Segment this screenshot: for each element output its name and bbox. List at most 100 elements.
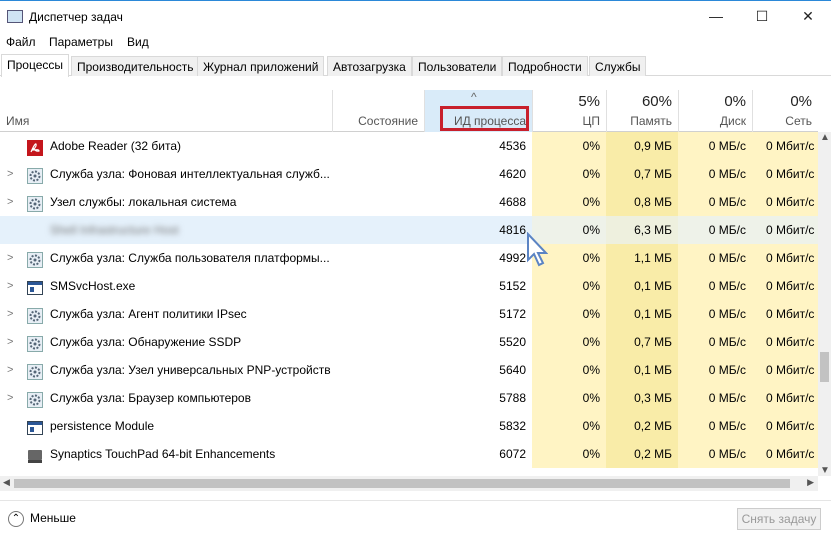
process-memory: 0,1 МБ (606, 272, 678, 300)
expand-chevron-icon[interactable]: > (7, 328, 13, 356)
process-row[interactable]: > SMSvcHost.exe 5152 0% 0,1 МБ 0 МБ/с 0 Мбит/с (0, 272, 818, 300)
minimize-button[interactable]: — (693, 5, 739, 29)
expand-chevron-icon[interactable]: > (7, 160, 13, 188)
close-button[interactable]: ✕ (785, 5, 831, 29)
process-name: Служба узла: Обнаружение SSDP (50, 335, 242, 349)
process-pid: 5832 (499, 419, 526, 433)
process-memory: 6,3 МБ (606, 216, 678, 244)
process-disk: 0 МБ/с (678, 216, 752, 244)
process-pid: 4620 (499, 167, 526, 181)
scroll-down-icon[interactable]: ▼ (820, 465, 830, 476)
menu-file[interactable]: Файл (6, 35, 36, 49)
process-pid: 4816 (499, 223, 526, 237)
expand-chevron-icon[interactable]: > (7, 300, 13, 328)
end-task-button[interactable]: Снять задачу (737, 508, 821, 530)
blank-icon (27, 222, 43, 238)
process-pid: 5788 (499, 391, 526, 405)
column-name[interactable]: Имя (0, 90, 332, 132)
process-cpu: 0% (532, 356, 606, 384)
touchpad-icon (27, 446, 43, 463)
process-name: SMSvcHost.exe (50, 279, 136, 293)
maximize-button[interactable]: ☐ (739, 5, 785, 29)
process-memory: 0,3 МБ (606, 384, 678, 412)
process-network: 0 Мбит/с (752, 160, 818, 188)
menu-options[interactable]: Параметры (49, 35, 113, 49)
expand-chevron-icon[interactable]: > (7, 272, 13, 300)
process-memory: 1,1 МБ (606, 244, 678, 272)
process-row[interactable]: Shell Infrastructure Host 4816 0% 6,3 МБ 0 М… (0, 216, 818, 244)
process-pid: 4688 (499, 195, 526, 209)
process-pid: 5640 (499, 363, 526, 377)
gear-icon (27, 362, 43, 380)
tab-app-history[interactable]: Журнал приложений (197, 56, 325, 76)
menu-view[interactable]: Вид (127, 35, 149, 49)
process-memory: 0,7 МБ (606, 160, 678, 188)
process-row[interactable]: > Служба узла: Служба пользователя платфо… (0, 244, 818, 272)
process-network: 0 Мбит/с (752, 188, 818, 216)
process-disk: 0 МБ/с (678, 132, 752, 160)
process-name: Узел службы: локальная система (50, 195, 237, 209)
process-list: Adobe Reader (32 бита) 4536 0% 0,9 МБ 0 МБ/с… (0, 132, 818, 476)
network-total: 0% (790, 93, 812, 110)
process-network: 0 Мбит/с (752, 272, 818, 300)
process-disk: 0 МБ/с (678, 272, 752, 300)
horizontal-scrollbar[interactable]: ◀ ▶ (0, 476, 818, 491)
expand-chevron-icon[interactable]: > (7, 356, 13, 384)
title-bar: Диспетчер задач — ☐ ✕ (0, 0, 831, 32)
column-state[interactable]: Состояние (332, 90, 424, 132)
window-icon (27, 418, 43, 435)
process-row[interactable]: > Служба узла: Обнаружение SSDP 5520 0% 0,7 … (0, 328, 818, 356)
process-pid: 4536 (499, 139, 526, 153)
tab-services[interactable]: Службы (589, 56, 647, 76)
scroll-right-icon[interactable]: ▶ (807, 477, 814, 488)
process-disk: 0 МБ/с (678, 328, 752, 356)
process-cpu: 0% (532, 328, 606, 356)
scroll-up-icon[interactable]: ▲ (820, 132, 830, 143)
process-network: 0 Мбит/с (752, 244, 818, 272)
expand-chevron-icon[interactable]: > (7, 384, 13, 412)
process-network: 0 Мбит/с (752, 300, 818, 328)
process-pid: 5172 (499, 307, 526, 321)
process-row[interactable]: > Узел службы: локальная система 4688 0% 0,8… (0, 188, 818, 216)
process-cpu: 0% (532, 412, 606, 440)
gear-icon (27, 306, 43, 324)
vertical-scrollbar[interactable]: ▲ ▼ (818, 132, 831, 476)
column-network[interactable]: 0% Сеть (752, 90, 818, 132)
mouse-cursor-icon (527, 232, 548, 267)
process-row[interactable]: > Служба узла: Фоновая интеллектуальная с… (0, 160, 818, 188)
process-row[interactable]: persistence Module 5832 0% 0,2 МБ 0 МБ/с 0 Мб… (0, 412, 818, 440)
tab-processes[interactable]: Процессы (1, 54, 70, 77)
tab-startup[interactable]: Автозагрузка (327, 56, 412, 76)
process-row[interactable]: > Служба узла: Агент политики IPsec 5172 0%… (0, 300, 818, 328)
fewer-details-label: Меньше (30, 511, 76, 526)
process-cpu: 0% (532, 384, 606, 412)
tab-performance[interactable]: Производительность (71, 56, 200, 76)
process-row[interactable]: Adobe Reader (32 бита) 4536 0% 0,9 МБ 0 МБ/с… (0, 132, 818, 160)
column-cpu[interactable]: 5% ЦП (532, 90, 606, 132)
process-row[interactable]: Synaptics TouchPad 64-bit Enhancements 60… (0, 440, 818, 468)
process-name: Shell Infrastructure Host (50, 223, 179, 237)
tab-users[interactable]: Пользователи (412, 56, 503, 76)
process-cpu: 0% (532, 272, 606, 300)
process-network: 0 Мбит/с (752, 216, 818, 244)
process-cpu: 0% (532, 132, 606, 160)
column-memory[interactable]: 60% Память (606, 90, 678, 132)
process-name: Служба узла: Агент политики IPsec (50, 307, 247, 321)
tab-details[interactable]: Подробности (502, 56, 588, 76)
column-disk[interactable]: 0% Диск (678, 90, 752, 132)
highlight-box (440, 106, 529, 131)
fewer-details-button[interactable]: ⌃ Меньше (8, 511, 76, 527)
horizontal-scroll-thumb[interactable] (14, 479, 790, 488)
gear-icon (27, 250, 43, 268)
process-row[interactable]: > Служба узла: Узел универсальных PNP-уст… (0, 356, 818, 384)
expand-chevron-icon[interactable]: > (7, 188, 13, 216)
scroll-left-icon[interactable]: ◀ (3, 477, 10, 488)
process-cpu: 0% (532, 300, 606, 328)
process-network: 0 Мбит/с (752, 440, 818, 468)
expand-chevron-icon[interactable]: > (7, 244, 13, 272)
vertical-scroll-thumb[interactable] (820, 352, 829, 382)
chevron-up-icon: ⌃ (8, 511, 24, 527)
process-name: Служба узла: Фоновая интеллектуальная сл… (50, 167, 330, 181)
column-name-label: Имя (6, 114, 30, 128)
process-row[interactable]: > Служба узла: Браузер компьютеров 5788 0% 0… (0, 384, 818, 412)
